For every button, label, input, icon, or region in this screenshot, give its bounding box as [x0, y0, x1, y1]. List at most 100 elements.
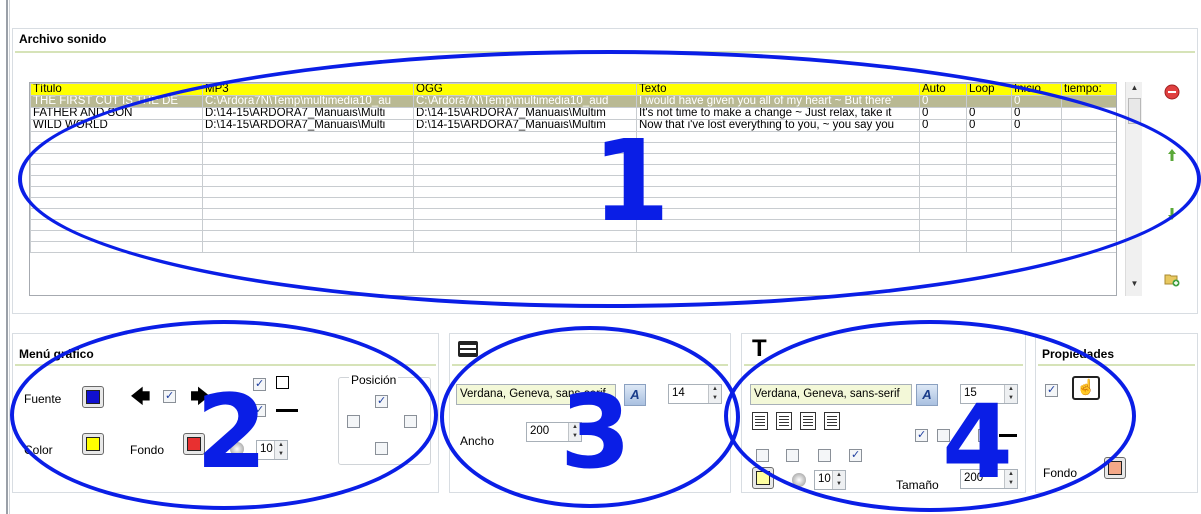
table-cell[interactable] — [202, 164, 414, 176]
table-cell[interactable]: D:\14-15\ARDORA7_Manuais\Multi — [202, 119, 414, 132]
table-cell[interactable] — [966, 95, 1012, 108]
table-cell[interactable] — [413, 131, 637, 143]
properties-checkbox[interactable] — [1045, 383, 1058, 397]
column-header[interactable]: Título — [30, 83, 203, 96]
title-checkbox-b[interactable] — [786, 449, 799, 462]
title-option-checkbox-3[interactable] — [978, 428, 991, 442]
table-cell[interactable]: D:\14-15\ARDORA7_Manuais\Multim — [413, 107, 637, 120]
table-cell[interactable] — [966, 241, 1012, 253]
table-cell[interactable] — [966, 208, 1012, 220]
table-cell[interactable]: 0 — [919, 119, 967, 132]
table-cell[interactable]: 0 — [919, 107, 967, 120]
table-cell[interactable] — [413, 208, 637, 220]
table-cell[interactable] — [413, 142, 637, 154]
title-checkbox-a[interactable] — [756, 449, 769, 462]
table-cell[interactable] — [919, 208, 967, 220]
table-cell[interactable] — [1061, 197, 1116, 209]
table-cell[interactable] — [202, 153, 414, 165]
table-cell[interactable] — [1011, 219, 1062, 231]
table-cell[interactable] — [1011, 175, 1062, 187]
table-cell[interactable] — [413, 164, 637, 176]
title-font-style-button[interactable]: A — [916, 384, 938, 406]
table-cell[interactable] — [966, 175, 1012, 187]
table-row-empty[interactable] — [30, 230, 1116, 242]
text-font-style-button[interactable]: A — [624, 384, 646, 406]
column-header[interactable]: tiempo: — [1061, 83, 1116, 96]
stepper-arrows-icon[interactable]: ▲ ▼ — [832, 471, 845, 489]
table-row[interactable]: THE FIRST CUT IS THE DE C:\Ardora7N\Temp\… — [30, 95, 1116, 108]
table-cell[interactable] — [1011, 197, 1062, 209]
table-cell[interactable] — [919, 164, 967, 176]
table-cell[interactable] — [919, 186, 967, 198]
table-cell[interactable] — [636, 142, 920, 154]
table-row[interactable]: FATHER AND SON D:\14-15\ARDORA7_Manuais\M… — [30, 107, 1116, 120]
column-header[interactable]: MP3 — [202, 83, 414, 96]
table-cell[interactable] — [636, 131, 920, 143]
table-cell[interactable] — [1061, 241, 1116, 253]
table-cell[interactable] — [202, 241, 414, 253]
table-cell[interactable] — [30, 208, 203, 220]
table-cell[interactable] — [1011, 153, 1062, 165]
column-header[interactable]: OGG — [413, 83, 637, 96]
table-cell[interactable] — [30, 153, 203, 165]
table-row-empty[interactable] — [30, 153, 1116, 165]
column-header[interactable]: Texto — [636, 83, 920, 96]
table-cell[interactable] — [919, 153, 967, 165]
position-bottom-checkbox[interactable] — [375, 442, 388, 455]
table-cell[interactable]: C:\Ardora7N\Temp\multimedia10_au — [202, 95, 414, 108]
table-cell[interactable] — [919, 175, 967, 187]
table-cell[interactable] — [1061, 230, 1116, 242]
table-cell[interactable] — [1061, 95, 1116, 108]
table-scrollbar[interactable]: ▲ ▼ — [1125, 82, 1142, 296]
table-cell[interactable] — [919, 131, 967, 143]
align-right-icon[interactable] — [800, 412, 816, 430]
table-cell[interactable] — [202, 197, 414, 209]
table-cell[interactable] — [919, 197, 967, 209]
table-cell[interactable] — [30, 131, 203, 143]
table-cell[interactable]: THE FIRST CUT IS THE DE — [30, 95, 203, 108]
table-row-empty[interactable] — [30, 219, 1116, 231]
stepper-arrows-icon[interactable]: ▲ ▼ — [1004, 385, 1017, 403]
title-bg-swatch[interactable] — [752, 467, 774, 489]
table-cell[interactable] — [1061, 142, 1116, 154]
table-cell[interactable] — [966, 197, 1012, 209]
align-center-icon[interactable] — [776, 412, 792, 430]
table-cell[interactable]: Now that i've lost everything to you, ~ … — [636, 119, 920, 132]
table-cell[interactable] — [202, 186, 414, 198]
table-cell[interactable] — [202, 230, 414, 242]
table-cell[interactable] — [966, 153, 1012, 165]
table-cell[interactable] — [30, 164, 203, 176]
table-cell[interactable] — [202, 131, 414, 143]
border-checkbox[interactable] — [253, 377, 266, 391]
title-checkbox-d[interactable] — [849, 448, 862, 462]
table-cell[interactable] — [202, 208, 414, 220]
table-cell[interactable] — [1061, 153, 1116, 165]
table-cell[interactable] — [919, 241, 967, 253]
position-right-checkbox[interactable] — [404, 415, 417, 428]
table-cell[interactable] — [1061, 208, 1116, 220]
stepper-arrows-icon[interactable]: ▲ ▼ — [568, 423, 581, 441]
table-cell[interactable]: FATHER AND SON — [30, 107, 203, 120]
table-row-empty[interactable] — [30, 186, 1116, 198]
title-option-checkbox-2[interactable] — [937, 429, 950, 442]
table-cell[interactable] — [413, 197, 637, 209]
table-cell[interactable] — [1011, 186, 1062, 198]
table-cell[interactable]: 0 — [1011, 95, 1062, 108]
table-cell[interactable] — [413, 175, 637, 187]
stepper-arrows-icon[interactable]: ▲ ▼ — [274, 441, 287, 459]
table-cell[interactable] — [30, 142, 203, 154]
table-cell[interactable] — [636, 219, 920, 231]
table-cell[interactable] — [1061, 186, 1116, 198]
stepper-arrows-icon[interactable]: ▲ ▼ — [708, 385, 721, 403]
column-header[interactable]: Inicio — [1011, 83, 1062, 96]
table-row-empty[interactable] — [30, 241, 1116, 253]
arrow-right-icon[interactable]: 🡆 — [190, 387, 211, 407]
table-cell[interactable] — [1061, 164, 1116, 176]
table-cell[interactable] — [1011, 208, 1062, 220]
table-row-empty[interactable] — [30, 142, 1116, 154]
title-checkbox-c[interactable] — [818, 449, 831, 462]
scroll-down-icon[interactable]: ▼ — [1126, 279, 1143, 293]
table-cell[interactable] — [1061, 131, 1116, 143]
table-cell[interactable] — [1061, 219, 1116, 231]
table-cell[interactable] — [202, 142, 414, 154]
